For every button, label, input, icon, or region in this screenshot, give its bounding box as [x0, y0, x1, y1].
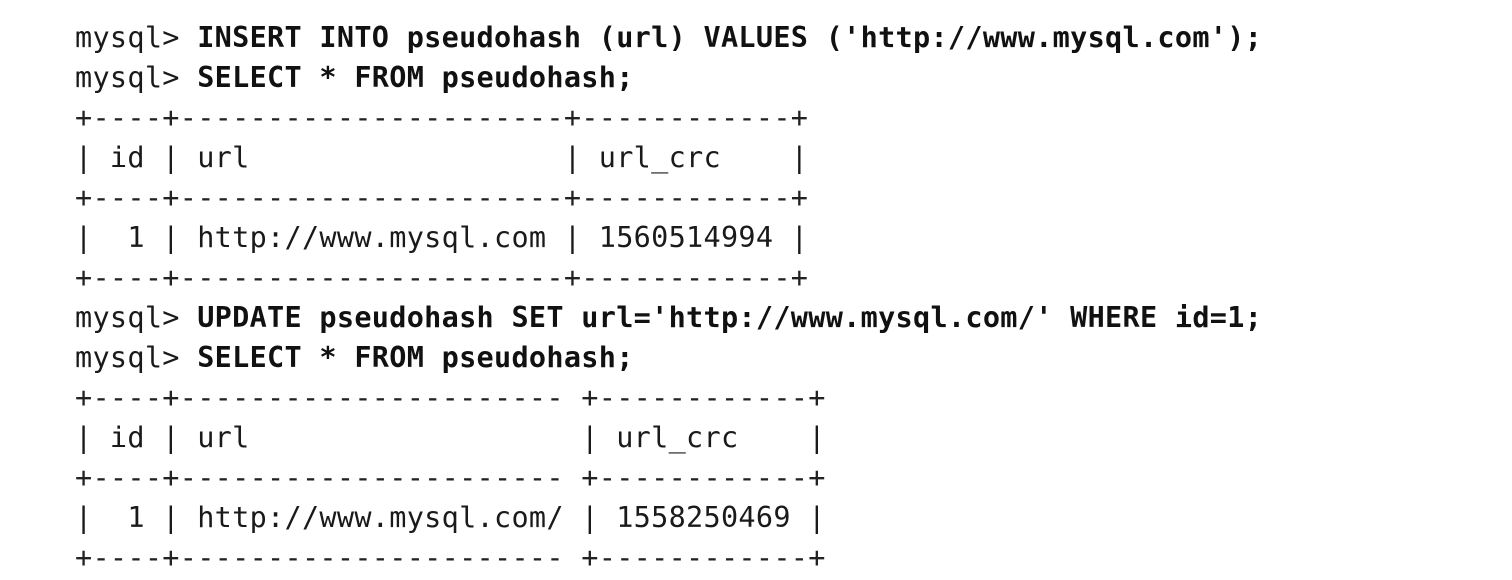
table-row: | 1 | http://www.mysql.com/ | 1558250469… [75, 501, 826, 534]
mysql-prompt: mysql> [75, 341, 198, 374]
table-border: +----+----------------------+-----------… [75, 181, 809, 214]
table-border: +----+----------------------+-----------… [75, 101, 809, 134]
command-line: mysql> SELECT * FROM pseudohash; [75, 58, 1262, 98]
table-border: +----+---------------------- +----------… [75, 381, 826, 414]
sql-statement: SELECT * FROM pseudohash; [197, 61, 634, 94]
command-line: mysql> SELECT * FROM pseudohash; [75, 338, 1262, 378]
table-border: +----+---------------------- +----------… [75, 461, 826, 494]
table-row: | 1 | http://www.mysql.com | 1560514994 … [75, 221, 809, 254]
mysql-prompt: mysql> [75, 301, 198, 334]
table-border: +----+----------------------+-----------… [75, 261, 809, 294]
code-listing: mysql> INSERT INTO pseudohash (url) VALU… [75, 18, 1262, 578]
table-header-row: | id | url | url_crc | [75, 421, 826, 454]
sql-statement: UPDATE pseudohash SET url='http://www.my… [197, 301, 1263, 334]
command-line: mysql> UPDATE pseudohash SET url='http:/… [75, 298, 1262, 338]
sql-statement: SELECT * FROM pseudohash; [197, 341, 634, 374]
mysql-prompt: mysql> [75, 61, 198, 94]
sql-statement: INSERT INTO pseudohash (url) VALUES ('ht… [197, 21, 1263, 54]
table-border: +----+---------------------- +----------… [75, 541, 826, 574]
mysql-prompt: mysql> [75, 21, 198, 54]
table-header-row: | id | url | url_crc | [75, 141, 809, 174]
command-line: mysql> INSERT INTO pseudohash (url) VALU… [75, 18, 1262, 58]
